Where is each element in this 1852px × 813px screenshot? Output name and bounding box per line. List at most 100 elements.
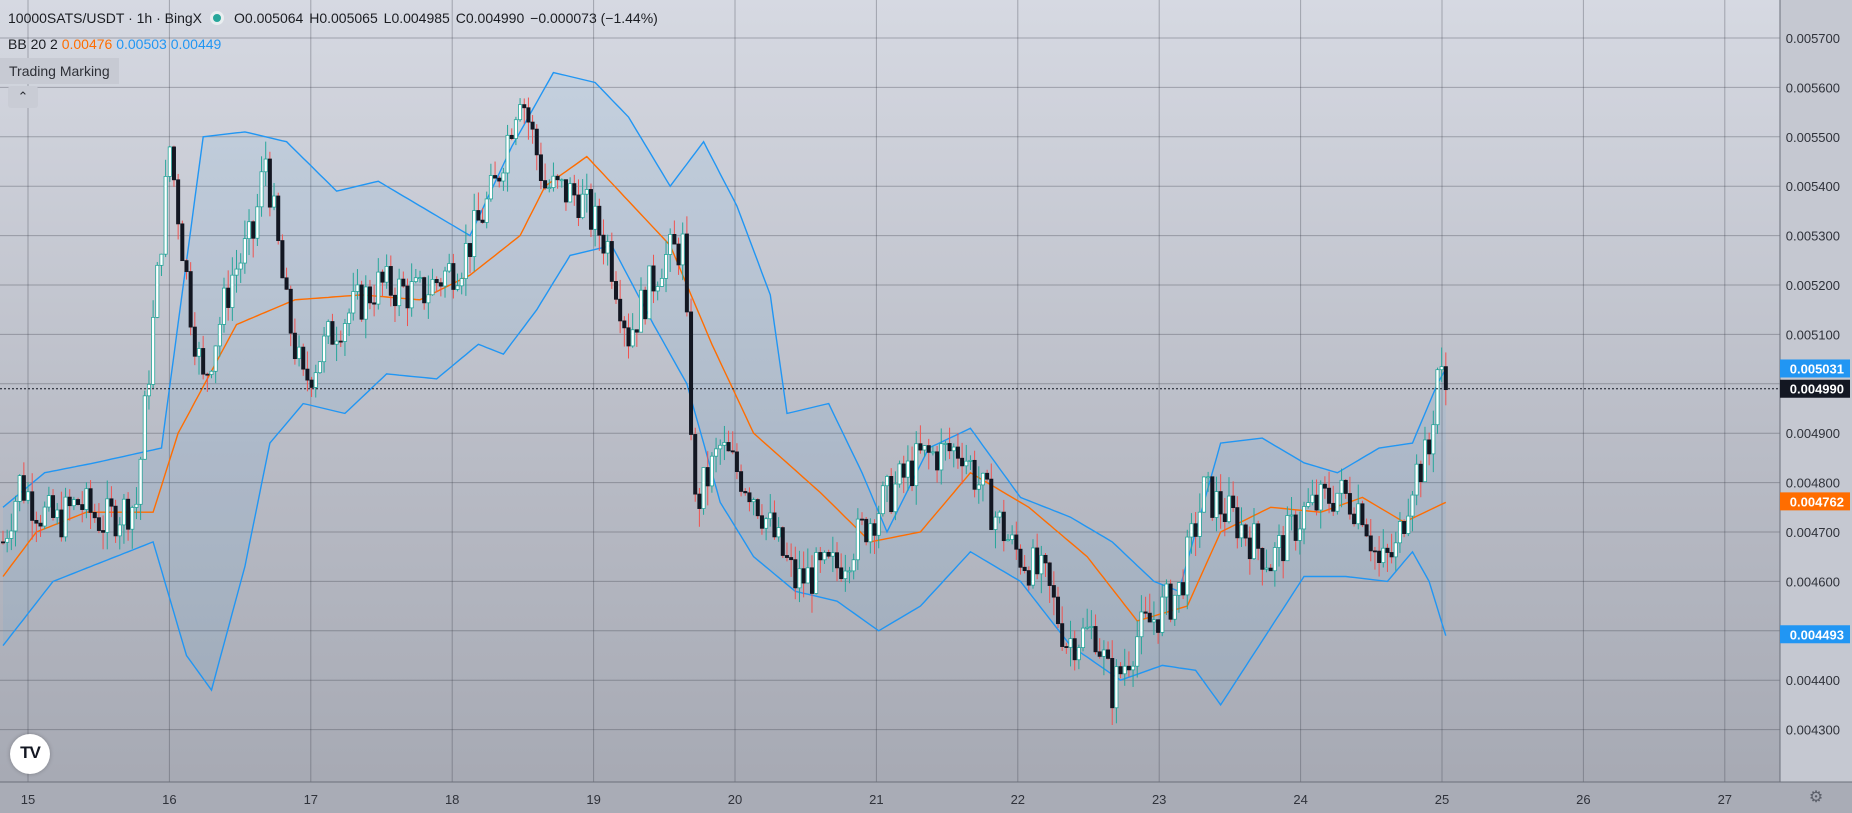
candle-body [297,346,302,360]
candle-body [1256,523,1261,549]
candle-body [184,260,189,272]
candle-body [880,485,885,515]
candle-body [1118,666,1123,675]
tradingview-logo[interactable]: TV [10,734,50,774]
candle-body [1081,627,1086,648]
candle-body [42,506,47,527]
candle-body [472,210,477,257]
trading-marking-label[interactable]: Trading Marking [0,58,119,84]
price-chart[interactable]: 0.0043000.0044000.0045000.0046000.004700… [0,0,1852,813]
candle-body [1072,638,1077,661]
candle-body [1277,535,1282,548]
candle-body [309,379,314,388]
collapse-legend-button[interactable]: ⌃ [8,86,38,108]
candle-body [1343,479,1348,494]
candle-body [1247,537,1252,560]
candle-body [1047,562,1052,586]
candle-body [739,471,744,492]
candle-body [88,488,93,513]
candle-body [747,492,752,503]
candle-body [572,183,577,196]
candle-body [1131,665,1136,671]
candle-body [759,515,764,529]
candle-body [476,210,481,221]
candle-body [1160,596,1165,633]
price-axis[interactable]: 0.0043000.0044000.0045000.0046000.004700… [1779,0,1852,813]
candle-body [1043,554,1048,564]
candle-body [1414,463,1419,496]
candle-body [105,498,110,533]
symbol-title[interactable]: 10000SATS/USDT · 1h · BingX [8,10,202,26]
candle-body [922,445,927,451]
candle-body [1260,547,1265,570]
candle-body [555,175,560,181]
candle-body [101,530,106,533]
market-status-icon [210,11,225,25]
candle-body [914,443,919,487]
candle-body [301,346,306,370]
candle-body [855,518,860,561]
candle-body [205,373,210,376]
candle-body [1101,649,1106,657]
candle-body [935,451,940,471]
candle-body [259,171,264,208]
candle-body [651,265,656,292]
time-axis[interactable]: 15 16 17 18 19 20 21 22 23 24 25 26 27 [0,781,1852,813]
candle-body [601,234,606,254]
candle-body [985,472,990,480]
candle-body [1014,534,1019,550]
candle-body [968,459,973,462]
candle-body [893,483,898,513]
candle-body [989,478,994,530]
candle-body [513,119,518,139]
candle-body [480,219,485,223]
candle-body [1364,524,1369,537]
candle-body [926,445,931,453]
candle-body [839,567,844,580]
candle-body [751,499,756,503]
candle-body [889,476,894,513]
candle-body [1001,511,1006,542]
candle-body [1076,647,1081,661]
indicator-name[interactable]: BB 20 2 [8,36,58,52]
candle-body [109,498,114,507]
candle-body [359,284,364,320]
candle-body [776,527,781,538]
candle-body [146,383,151,397]
candle-body [1356,503,1361,525]
settings-icon[interactable]: ⚙ [1806,788,1826,808]
candle-body [1418,463,1423,483]
candle-body [768,512,773,520]
symbol-legend: 10000SATS/USDT · 1h · BingX O0.005064 H0.… [8,10,660,26]
indicator-legend[interactable]: BB 20 2 0.00476 0.00503 0.00449 [8,36,221,52]
candle-body [805,567,810,584]
candle-body [726,442,731,452]
candle-body [76,499,81,505]
candle-body [1172,594,1177,620]
candle-body [463,243,468,280]
candle-body [630,329,635,347]
candle-body [117,524,122,537]
candle-body [1193,523,1198,537]
candle-body [955,446,960,459]
candle-body [1431,424,1436,455]
candle-body [851,559,856,572]
candle-body [947,443,952,452]
candle-body [1389,552,1394,558]
candle-body [1143,611,1148,614]
candle-body [1393,542,1398,558]
candle-body [363,286,368,320]
candle-body [267,158,272,208]
candle-body [1439,366,1444,371]
candle-body [1114,666,1119,709]
candle-body [330,321,335,345]
price-tick-label: 0.004300 [1786,723,1840,738]
candle-body [647,265,652,320]
candle-body [864,518,869,543]
price-tick-label: 0.004800 [1786,476,1840,491]
candle-body [71,499,76,507]
candle-body [155,264,160,318]
candle-body [26,491,31,501]
candle-body [910,460,915,487]
time-tick-label: 19 [586,792,600,807]
